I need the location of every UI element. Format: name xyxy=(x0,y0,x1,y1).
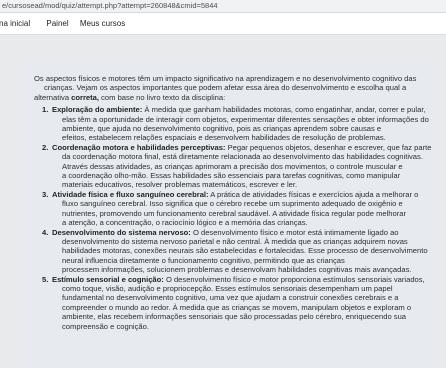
statement-number: 4. xyxy=(42,227,49,237)
statement-title: Atividade física e fluxo sanguíneo cereb… xyxy=(52,189,209,199)
statement-item: 1. Exploração do ambiente: À medida que g… xyxy=(34,105,432,143)
intro-line: Os aspectos físicos e motores têm um imp… xyxy=(34,74,417,83)
statement-item: 3. Atividade física e fluxo sanguíneo cer… xyxy=(34,190,432,228)
statement-number: 2. xyxy=(42,142,49,152)
statement-title: Estímulo sensorial e cognição: xyxy=(52,274,164,284)
statement-line: materiais educativos, resolver problemas… xyxy=(62,180,298,190)
statement-line: Estímulo sensorial e cognição: O desenvo… xyxy=(52,274,425,284)
statement-title: Coordenação motora e habilidades percept… xyxy=(52,142,226,152)
emphasis-correct: correta, xyxy=(71,92,100,102)
statement-title: Exploração do ambiente: xyxy=(52,105,143,115)
statement-line: elas têm a oportunidade de interagir com… xyxy=(62,114,429,124)
statement-line: nutrientes, promovendo um funcionamento … xyxy=(62,208,407,218)
statement-line: a atenção, a concentração, o raciocínio … xyxy=(62,218,308,228)
statement-list: 1. Exploração do ambiente: À medida que g… xyxy=(34,105,432,331)
statement-number: 3. xyxy=(42,189,49,199)
statement-line: fundamental no desenvolvimento cognitivo… xyxy=(62,293,399,303)
page: e/cursosead/mod/quiz/attempt.php?attempt… xyxy=(0,0,446,368)
statement-line: desenvolvimento do sistema nervoso parie… xyxy=(62,236,408,246)
statement-line: Atividade física e fluxo sanguíneo cereb… xyxy=(52,189,419,199)
statement-number: 5. xyxy=(42,274,49,284)
statement-line: da coordenação motora final, está direta… xyxy=(62,152,423,162)
statement-item: 2. Coordenação motora e habilidades perce… xyxy=(34,143,432,190)
statement-item: 4. Desenvolvimento do sistema nervoso: O … xyxy=(34,228,432,275)
statement-item: 5. Estímulo sensorial e cognição: O desen… xyxy=(34,275,432,331)
intro-line: crianças. Vejam os aspectos importantes … xyxy=(44,83,407,93)
statement-line: Através dessas atividades, as crianças a… xyxy=(62,161,403,171)
statement-line: processem informações, solucionem proble… xyxy=(62,265,412,275)
statement-title: Desenvolvimento do sistema nervoso: xyxy=(52,227,191,237)
nav-dashboard[interactable]: Painel xyxy=(38,13,74,34)
statement-line: compreensão e cognição. xyxy=(62,321,149,331)
statement-line: como toque, visão, audição e propriocepç… xyxy=(62,283,393,293)
statement-line: Desenvolvimento do sistema nervoso: O de… xyxy=(52,227,399,237)
address-bar[interactable]: e/cursosead/mod/quiz/attempt.php?attempt… xyxy=(0,0,446,13)
statement-line: fluxo sanguíneo cerebral. Isso significa… xyxy=(62,199,403,209)
question-text: Os aspectos físicos e motores têm um imp… xyxy=(34,74,432,331)
top-navigation: na inicial Painel Meus cursos xyxy=(0,13,446,35)
statement-line: compreender o mundo ao redor. À medida q… xyxy=(62,302,412,312)
nav-my-courses[interactable]: Meus cursos xyxy=(77,13,131,34)
statement-line: ambiente, elas recebem informações senso… xyxy=(62,312,407,322)
intro-line: alternativa correta, com base no livro t… xyxy=(34,92,226,102)
statement-line: efeitos, estabelecem relações espaciais … xyxy=(62,133,386,143)
url-text: e/cursosead/mod/quiz/attempt.php?attempt… xyxy=(2,1,218,10)
statement-number: 1. xyxy=(42,105,49,115)
statement-line: neural influencia diretamente o funciona… xyxy=(62,255,345,265)
statement-line: ambiente, que ajuda no desenvolvimento c… xyxy=(62,124,382,134)
question-intro: Os aspectos físicos e motores têm um imp… xyxy=(34,74,432,102)
statement-line: a coordenação olho-mão. Essas habilidade… xyxy=(62,171,401,181)
statement-line: Exploração do ambiente: À medida que gan… xyxy=(52,105,426,115)
statement-line: habilidades motoras, conexões neurais sã… xyxy=(62,246,428,256)
nav-home[interactable]: na inicial xyxy=(0,13,36,34)
statement-line: Coordenação motora e habilidades percept… xyxy=(52,142,432,152)
